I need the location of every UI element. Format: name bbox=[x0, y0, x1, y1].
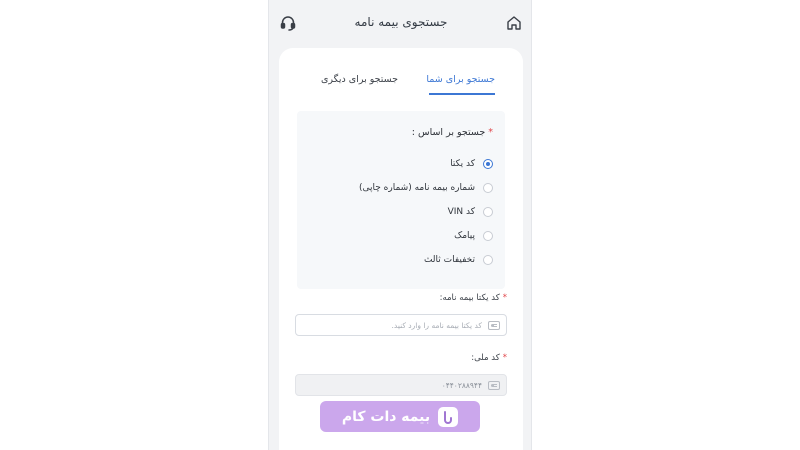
radio-policy-number[interactable]: شماره بیمه نامه (شماره چاپی) bbox=[359, 181, 493, 195]
brand-watermark: بیمه دات کام bbox=[320, 401, 480, 432]
page-title: جستجوی بیمه نامه bbox=[354, 15, 448, 29]
tab-bar: جستجو برای شما جستجو برای دیگری bbox=[279, 74, 523, 102]
app-header: جستجوی بیمه نامه bbox=[269, 0, 531, 46]
radio-vin-code[interactable]: کد VIN bbox=[448, 205, 493, 219]
radio-button[interactable] bbox=[483, 231, 493, 241]
search-card: جستجو برای شما جستجو برای دیگری *جستجو ب… bbox=[279, 48, 523, 450]
id-card-icon bbox=[488, 320, 500, 330]
tab-search-for-you[interactable]: جستجو برای شما bbox=[426, 74, 495, 95]
national-code-label: *کد ملی: bbox=[471, 353, 507, 363]
headset-icon[interactable] bbox=[279, 14, 297, 32]
radio-third-party-discounts[interactable]: تخفیفات ثالث bbox=[424, 253, 493, 267]
radio-sms[interactable]: پیامک bbox=[454, 229, 493, 243]
tab-search-for-other[interactable]: جستجو برای دیگری bbox=[321, 74, 398, 93]
app-screen: جستجوی بیمه نامه جستجو برای شما جستجو بر… bbox=[268, 0, 532, 450]
unique-code-input-box[interactable] bbox=[295, 314, 507, 336]
unique-code-label: *کد یکتا بیمه نامه: bbox=[439, 293, 507, 303]
national-code-input bbox=[302, 380, 482, 390]
radio-button[interactable] bbox=[483, 207, 493, 217]
radio-button[interactable] bbox=[483, 255, 493, 265]
bimeh-logo-icon bbox=[438, 406, 459, 427]
radio-button[interactable] bbox=[483, 183, 493, 193]
radio-unique-code[interactable]: کد یکتا bbox=[450, 157, 493, 171]
id-card-icon bbox=[488, 380, 500, 390]
national-code-input-box bbox=[295, 374, 507, 396]
unique-code-input[interactable] bbox=[302, 320, 482, 330]
required-mark: * bbox=[488, 127, 493, 138]
search-by-panel: *جستجو بر اساس : کد یکتا شماره بیمه نامه… bbox=[297, 111, 505, 289]
radio-button-checked[interactable] bbox=[483, 159, 493, 169]
search-by-label: *جستجو بر اساس : bbox=[411, 127, 493, 138]
watermark-text: بیمه دات کام bbox=[341, 408, 431, 425]
